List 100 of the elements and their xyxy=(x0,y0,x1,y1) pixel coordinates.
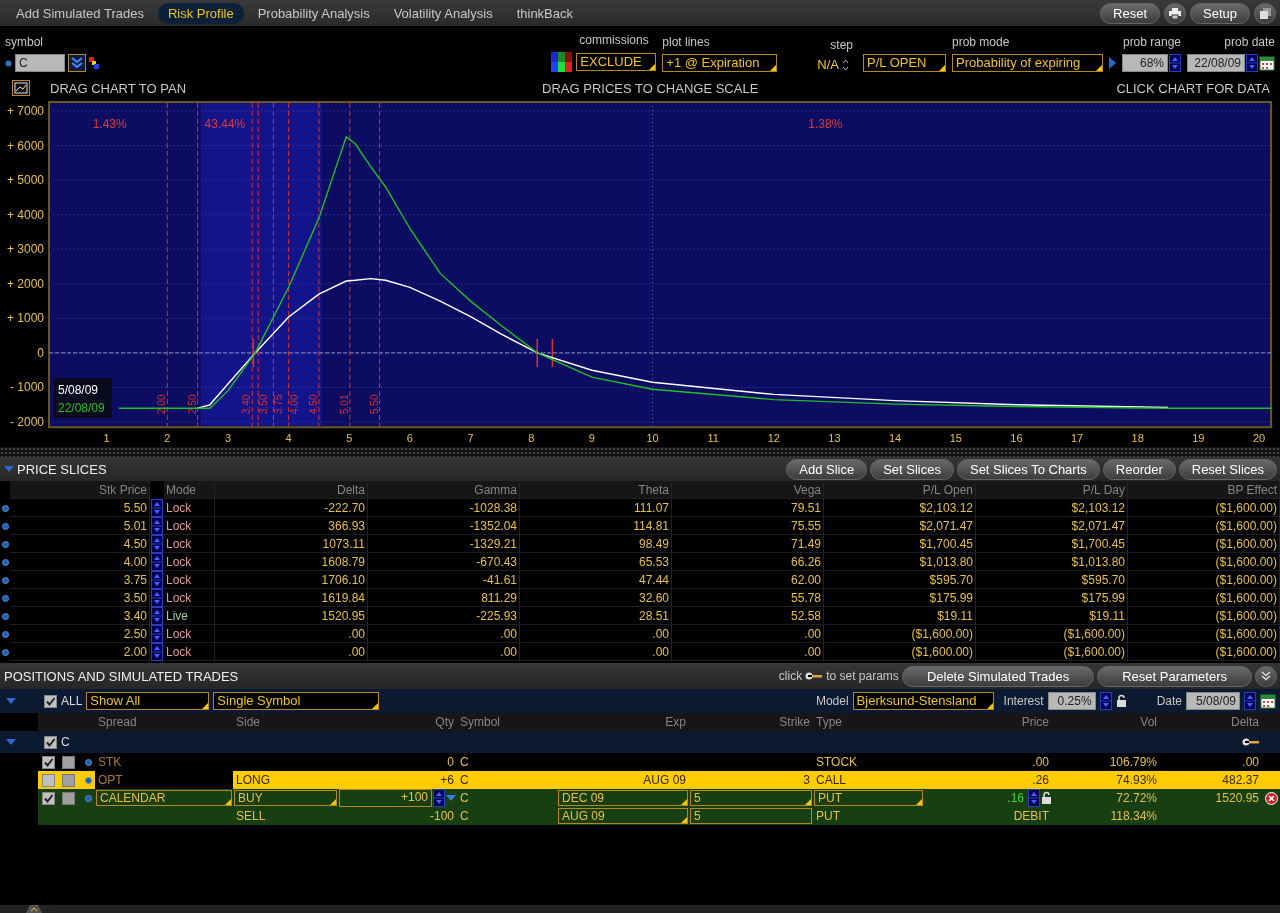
print-button[interactable] xyxy=(1164,2,1186,24)
spin-button[interactable] xyxy=(1099,692,1112,710)
cell-field[interactable]: PUT xyxy=(814,790,923,806)
quantity-field[interactable]: +100 xyxy=(339,789,432,807)
tab[interactable]: Volatility Analysis xyxy=(383,2,503,24)
filter-dropdown[interactable]: Show All xyxy=(86,692,210,710)
spin-button[interactable] xyxy=(1246,54,1258,72)
slice-line[interactable] xyxy=(166,102,168,427)
toolbar-button[interactable]: Setup xyxy=(1190,2,1250,24)
calendar-icon[interactable] xyxy=(1259,55,1275,71)
symbol-field[interactable]: C xyxy=(15,54,65,72)
interest-field[interactable]: 0.25% xyxy=(1047,692,1096,710)
positions-button[interactable]: Delete Simulated Trades xyxy=(901,665,1095,687)
group-row[interactable]: C xyxy=(0,731,1280,753)
mode-cell[interactable]: Lock xyxy=(164,535,215,553)
plot-lines-dropdown[interactable]: +1 @ Expiration xyxy=(662,54,778,72)
link-icon[interactable] xyxy=(89,57,99,69)
spin-button[interactable] xyxy=(151,499,163,517)
toggle-box[interactable] xyxy=(61,773,75,787)
spin-button[interactable] xyxy=(151,571,163,589)
collapse-icon[interactable] xyxy=(4,466,14,472)
collapse-handle[interactable] xyxy=(26,905,42,913)
tab[interactable]: Probability Analysis xyxy=(247,2,380,24)
spin-button[interactable] xyxy=(1244,692,1256,710)
checkbox[interactable] xyxy=(41,773,55,787)
spin-button[interactable] xyxy=(151,589,163,607)
cell-field[interactable]: CALENDAR xyxy=(96,790,232,806)
spin-button[interactable] xyxy=(151,553,163,571)
tab[interactable]: thinkBack xyxy=(506,2,584,24)
slice-line[interactable] xyxy=(257,102,259,427)
cell-field[interactable]: BUY xyxy=(234,790,337,806)
cell-field[interactable]: AUG 09 xyxy=(558,808,688,824)
scope-dropdown[interactable]: Single Symbol xyxy=(213,692,380,710)
mode-cell[interactable]: Lock xyxy=(164,571,215,589)
lock-icon[interactable] xyxy=(1041,791,1052,805)
slice-button[interactable]: Set Slices To Charts xyxy=(956,458,1100,480)
slice-line[interactable] xyxy=(272,102,274,427)
slice-line[interactable] xyxy=(379,102,381,427)
cell-field[interactable]: 5 xyxy=(690,790,812,806)
cell-field[interactable]: 5 xyxy=(690,808,812,824)
positions-button[interactable]: Reset Parameters xyxy=(1097,665,1252,687)
slice-button[interactable]: Add Slice xyxy=(786,458,868,480)
slice-button[interactable]: Reorder xyxy=(1102,458,1176,480)
expand-icon[interactable] xyxy=(6,739,16,745)
table-row[interactable]: SELL -100 C AUG 09 5 PUT DEBIT 118.34% xyxy=(38,807,1280,825)
slice-line[interactable] xyxy=(251,102,253,427)
spin-button[interactable] xyxy=(151,643,163,661)
radio-icon[interactable] xyxy=(5,59,12,67)
color-grid-icon[interactable] xyxy=(551,52,574,72)
mode-cell[interactable]: Lock xyxy=(164,589,215,607)
lock-icon[interactable] xyxy=(1115,694,1127,708)
mode-cell[interactable]: Lock xyxy=(164,625,215,643)
model-dropdown[interactable]: Bjerksund-Stensland xyxy=(852,692,994,710)
collapse-button[interactable] xyxy=(1255,665,1277,687)
date-field[interactable]: 5/08/09 xyxy=(1186,692,1240,710)
slice-line[interactable] xyxy=(349,102,351,427)
spin-button[interactable] xyxy=(433,789,445,807)
tab[interactable]: Risk Profile xyxy=(157,2,244,24)
splitter[interactable] xyxy=(0,447,1280,457)
spin-button[interactable] xyxy=(151,607,163,625)
slice-line[interactable] xyxy=(288,102,290,427)
detach-button[interactable] xyxy=(1254,2,1276,24)
prob-mode-dropdown[interactable]: Probability of expiring xyxy=(952,54,1103,72)
dropdown-arrow-icon[interactable] xyxy=(445,794,457,802)
stepper-icon[interactable] xyxy=(842,57,849,72)
slice-button[interactable]: Reset Slices xyxy=(1178,458,1277,480)
mode-cell[interactable]: Live xyxy=(164,607,215,625)
remove-icon[interactable] xyxy=(1264,791,1278,805)
spin-button[interactable] xyxy=(151,535,163,553)
prob-date-field[interactable]: 22/08/09 xyxy=(1187,54,1245,72)
slice-button[interactable]: Set Slices xyxy=(870,458,954,480)
mode-cell[interactable]: Lock xyxy=(164,517,215,535)
checkbox[interactable] xyxy=(41,755,55,769)
toolbar-button[interactable]: Reset xyxy=(1100,2,1160,24)
prob-range-field[interactable]: 68% xyxy=(1122,54,1168,72)
table-row[interactable]: CALENDAR BUY +100 C DEC 09 5 PUT .16 72.72% 1520.95 xyxy=(38,789,1280,807)
toggle-box[interactable] xyxy=(61,791,75,805)
checkbox[interactable] xyxy=(41,791,55,805)
cell-field[interactable]: DEC 09 xyxy=(558,790,688,806)
spin-button[interactable] xyxy=(151,517,163,535)
mode-cell[interactable]: Lock xyxy=(164,643,215,661)
checkbox[interactable] xyxy=(44,735,57,749)
checkbox[interactable] xyxy=(44,694,57,708)
calendar-icon[interactable] xyxy=(1260,693,1276,709)
slice-line[interactable] xyxy=(197,102,199,427)
mode-cell[interactable]: Lock xyxy=(164,553,215,571)
slice-line[interactable] xyxy=(318,102,320,427)
spin-button[interactable] xyxy=(151,625,163,643)
dropdown-button[interactable] xyxy=(68,54,86,72)
toggle-box[interactable] xyxy=(61,755,75,769)
mode-cell[interactable]: Lock xyxy=(164,499,215,517)
play-icon[interactable] xyxy=(1109,57,1116,69)
step-mode-dropdown[interactable]: P/L OPEN xyxy=(863,54,946,72)
spin-button[interactable] xyxy=(1028,789,1040,807)
commissions-dropdown[interactable]: EXCLUDE xyxy=(576,53,657,71)
spin-button[interactable] xyxy=(1169,54,1181,72)
collapse-icon[interactable] xyxy=(6,698,16,704)
chart-icon[interactable] xyxy=(12,80,30,96)
table-row[interactable]: OPT LONG +6 C AUG 09 3 CALL .26 74.93% 482.37 xyxy=(38,771,1280,789)
tab[interactable]: Add Simulated Trades xyxy=(6,2,154,24)
